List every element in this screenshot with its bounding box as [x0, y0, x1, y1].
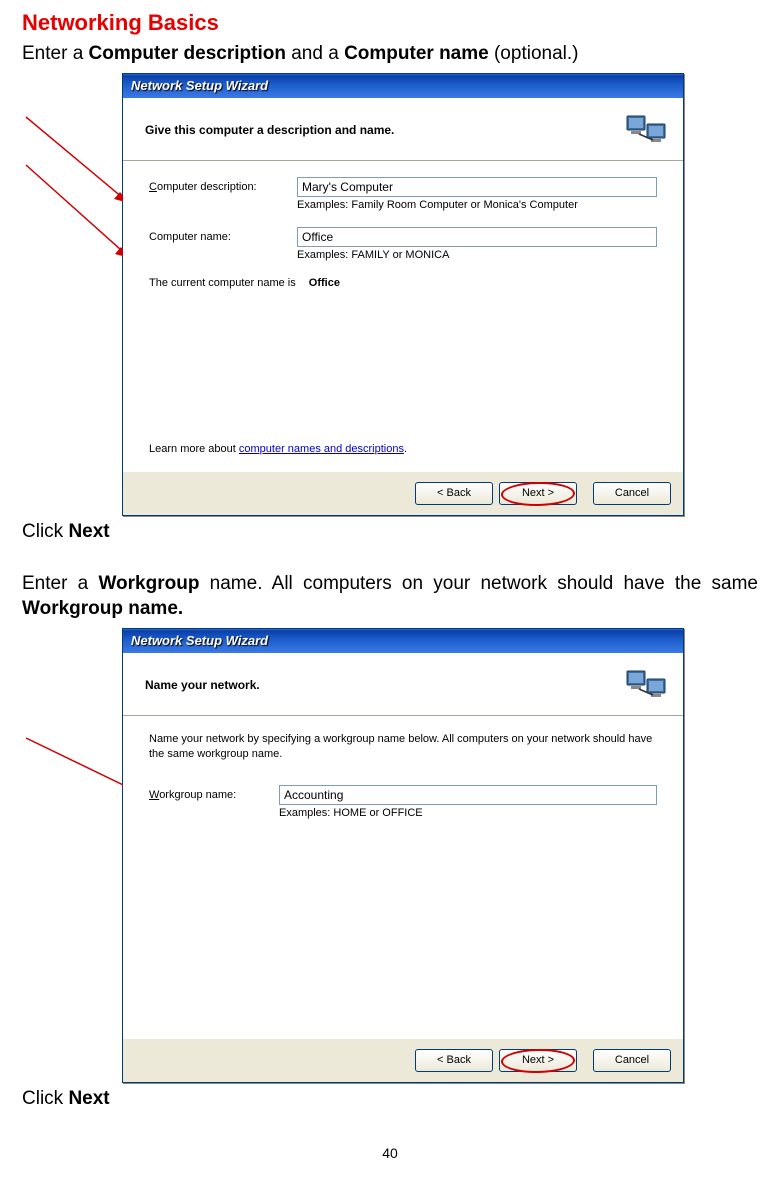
wizard2-footer: < Back Next > Cancel — [123, 1038, 683, 1082]
computer-description-label: Computer description: — [149, 181, 297, 193]
wizard2-window: Network Setup Wizard Name your network. … — [122, 628, 684, 1083]
wizard2-titlebar: Network Setup Wizard — [123, 629, 683, 653]
bold-computer-description: Computer description — [89, 43, 286, 64]
bold-workgroup-name: Workgroup name. — [22, 598, 183, 619]
step1-after: Click Next — [22, 520, 758, 545]
computer-name-label: Computer name: — [149, 231, 297, 243]
wizard2-container: Network Setup Wizard Name your network. … — [122, 628, 758, 1083]
current-name-value: Office — [309, 277, 340, 289]
next-button[interactable]: Next > — [499, 1049, 577, 1072]
computer-name-input[interactable] — [297, 227, 657, 247]
text: (optional.) — [489, 43, 579, 64]
network-computers-icon — [625, 665, 669, 705]
cancel-button[interactable]: Cancel — [593, 482, 671, 505]
text: Enter a — [22, 43, 89, 64]
bold-workgroup: Workgroup — [98, 573, 199, 594]
wizard1-container: Network Setup Wizard Give this computer … — [122, 73, 758, 516]
workgroup-name-input[interactable] — [279, 785, 657, 805]
wizard1-footer: < Back Next > Cancel — [123, 471, 683, 515]
wizard2-header-text: Name your network. — [145, 678, 260, 692]
wizard2-body: Name your network by specifying a workgr… — [123, 716, 683, 1038]
wizard1-header: Give this computer a description and nam… — [123, 98, 683, 161]
step2-after: Click Next — [22, 1087, 758, 1112]
step1-instruction: Enter a Computer description and a Compu… — [22, 42, 758, 67]
wizard1-header-text: Give this computer a description and nam… — [145, 123, 394, 137]
bold-computer-name: Computer name — [344, 43, 489, 64]
name-examples: Examples: FAMILY or MONICA — [297, 249, 657, 261]
learn-more-text: Learn more about computer names and desc… — [149, 443, 407, 455]
wizard2-body-text: Name your network by specifying a workgr… — [149, 732, 657, 762]
description-examples: Examples: Family Room Computer or Monica… — [297, 199, 657, 211]
computer-description-input[interactable] — [297, 177, 657, 197]
step2-instruction: Enter a Workgroup name. All computers on… — [22, 572, 758, 621]
current-name-label: The current computer name is — [149, 277, 296, 289]
cancel-button[interactable]: Cancel — [593, 1049, 671, 1072]
wizard2-header: Name your network. — [123, 653, 683, 716]
workgroup-name-label: Workgroup name: — [149, 789, 279, 801]
text: and a — [286, 43, 344, 64]
bold-next: Next — [68, 521, 109, 542]
learn-more-link[interactable]: computer names and descriptions — [239, 443, 404, 455]
wizard1-titlebar: Network Setup Wizard — [123, 74, 683, 98]
page-title: Networking Basics — [22, 10, 758, 36]
page-number: 40 — [22, 1145, 758, 1161]
back-button[interactable]: < Back — [415, 482, 493, 505]
workgroup-examples: Examples: HOME or OFFICE — [279, 807, 657, 819]
back-button[interactable]: < Back — [415, 1049, 493, 1072]
next-button[interactable]: Next > — [499, 482, 577, 505]
bold-next: Next — [68, 1088, 109, 1109]
wizard1-window: Network Setup Wizard Give this computer … — [122, 73, 684, 516]
wizard1-body: Computer description: Examples: Family R… — [123, 161, 683, 471]
network-computers-icon — [625, 110, 669, 150]
